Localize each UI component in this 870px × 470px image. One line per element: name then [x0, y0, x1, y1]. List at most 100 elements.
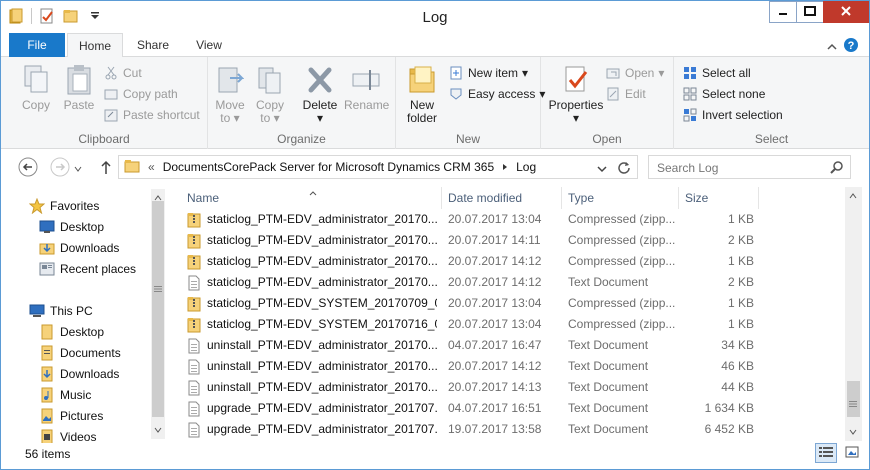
copy-button[interactable]: Copy — [17, 63, 55, 112]
new-item-button[interactable]: New item ▾ — [448, 63, 528, 83]
table-row[interactable]: staticlog_PTM-EDV_administrator_20170...… — [171, 272, 846, 293]
back-button[interactable] — [17, 157, 39, 179]
column-header-size[interactable]: Size — [679, 187, 759, 209]
chevron-up-icon[interactable] — [827, 40, 837, 54]
search-icon[interactable] — [830, 160, 844, 177]
file-date: 20.07.2017 13:04 — [448, 296, 542, 310]
nav-thispc-pictures[interactable]: Pictures — [39, 406, 103, 426]
scroll-down-icon[interactable] — [846, 425, 860, 439]
file-type: Text Document — [568, 275, 649, 289]
computer-icon — [29, 303, 45, 319]
nav-thispc-desktop[interactable]: Desktop — [39, 322, 104, 342]
move-to-button[interactable]: Move to ▾ — [214, 63, 246, 125]
edit-button[interactable]: Edit — [605, 84, 646, 104]
nav-thispc-music[interactable]: Music — [39, 385, 91, 405]
search-input[interactable]: Search Log — [648, 155, 851, 179]
large-icons-view-button[interactable] — [841, 443, 863, 463]
up-button[interactable] — [95, 157, 117, 179]
nav-item-label: Downloads — [60, 367, 120, 381]
file-size: 1 634 KB — [704, 401, 754, 415]
address-history-dropdown[interactable] — [597, 162, 607, 176]
table-row[interactable]: staticlog_PTM-EDV_administrator_20170...… — [171, 251, 846, 272]
file-name: staticlog_PTM-EDV_SYSTEM_20170716_0... — [207, 317, 437, 331]
table-row[interactable]: uninstall_PTM-EDV_administrator_20170...… — [171, 356, 846, 377]
open-icon — [605, 65, 621, 81]
nav-this-pc[interactable]: This PC — [29, 301, 93, 321]
open-button[interactable]: Open ▾ — [605, 63, 664, 83]
table-row[interactable]: uninstall_PTM-EDV_administrator_20170...… — [171, 335, 846, 356]
new-item-icon — [448, 65, 464, 81]
maximize-button[interactable] — [796, 1, 824, 23]
group-label-select: Select — [754, 132, 789, 146]
file-name-cell: uninstall_PTM-EDV_administrator_20170... — [187, 377, 437, 398]
column-header-date[interactable]: Date modified — [442, 187, 562, 209]
close-icon — [840, 5, 852, 20]
recent-locations-button[interactable] — [71, 157, 85, 179]
nav-favorites-recent-places[interactable]: Recent places — [39, 259, 136, 279]
table-row[interactable]: upgrade_PTM-EDV_administrator_201707... 0… — [171, 398, 846, 419]
table-row[interactable]: uninstall_PTM-EDV_administrator_20170...… — [171, 377, 846, 398]
help-icon[interactable]: ? — [843, 37, 859, 56]
table-row[interactable]: upgrade_PTM-EDV_administrator_201707... 1… — [171, 419, 846, 440]
filelist-scrollbar[interactable] — [845, 187, 862, 441]
breadcrumb-item-log[interactable]: Log — [516, 160, 536, 174]
easy-access-button[interactable]: Easy access ▾ — [448, 84, 545, 104]
paste-button[interactable]: Paste — [59, 63, 99, 112]
item-count: 56 items — [25, 447, 71, 461]
scroll-down-icon[interactable] — [151, 423, 165, 437]
tab-view[interactable]: View — [181, 33, 237, 57]
edit-label: Edit — [625, 87, 646, 101]
invert-selection-button[interactable]: Invert selection — [682, 105, 783, 125]
chevron-right-icon[interactable] — [502, 160, 508, 174]
paste-shortcut-button[interactable]: Paste shortcut — [103, 105, 200, 125]
tab-file[interactable]: File — [9, 33, 65, 57]
tab-share[interactable]: Share — [125, 33, 181, 57]
properties-button[interactable]: Properties ▾ — [545, 63, 607, 125]
nav-favorites-desktop[interactable]: Desktop — [39, 217, 104, 237]
file-date: 04.07.2017 16:51 — [448, 401, 542, 415]
cut-button[interactable]: Cut — [103, 63, 142, 83]
table-row[interactable]: staticlog_PTM-EDV_SYSTEM_20170709_0... 20… — [171, 293, 846, 314]
rename-button[interactable]: Rename — [344, 63, 389, 112]
tab-home[interactable]: Home — [67, 33, 123, 58]
table-row[interactable]: staticlog_PTM-EDV_SYSTEM_20170716_0... 20… — [171, 314, 846, 335]
breadcrumb-overflow[interactable]: « — [148, 160, 155, 174]
nav-favorites[interactable]: Favorites — [29, 196, 99, 216]
file-name: staticlog_PTM-EDV_administrator_20170... — [207, 212, 437, 226]
file-type: Text Document — [568, 338, 649, 352]
group-organize: Move to ▾ Copy to ▾ Delete ▾ Rename Orga… — [208, 57, 396, 149]
column-header-type[interactable]: Type — [562, 187, 679, 209]
file-name-cell: uninstall_PTM-EDV_administrator_20170... — [187, 335, 437, 356]
nav-thispc-downloads[interactable]: Downloads — [39, 364, 119, 384]
close-button[interactable] — [823, 1, 869, 23]
navpane-scroll-thumb[interactable] — [152, 201, 164, 417]
breadcrumb-item-documentscorepack[interactable]: DocumentsCorePack Server for Microsoft D… — [163, 160, 494, 174]
nav-favorites-downloads[interactable]: Downloads — [39, 238, 119, 258]
table-row[interactable]: staticlog_PTM-EDV_administrator_20170...… — [171, 209, 846, 230]
scroll-up-icon[interactable] — [846, 189, 860, 203]
file-name-cell: staticlog_PTM-EDV_SYSTEM_20170709_0... — [187, 293, 437, 314]
file-name-cell: staticlog_PTM-EDV_administrator_20170... — [187, 251, 437, 272]
column-header-name[interactable]: Name — [181, 187, 442, 209]
minimize-button[interactable] — [769, 1, 797, 23]
nav-thispc-documents[interactable]: Documents — [39, 343, 121, 363]
details-view-button[interactable] — [815, 443, 837, 463]
downloads-icon — [39, 366, 55, 382]
delete-button[interactable]: Delete ▾ — [302, 63, 338, 125]
file-type: Text Document — [568, 422, 649, 436]
file-size: 6 452 KB — [704, 422, 754, 436]
chevron-down-icon: ▾ — [316, 111, 324, 125]
ribbon: Copy Paste Cut Copy path Paste shortcut … — [1, 57, 869, 149]
move-to-label-2: to — [220, 111, 231, 125]
refresh-icon[interactable] — [617, 160, 631, 177]
select-none-button[interactable]: Select none — [682, 84, 765, 104]
navpane-scrollbar[interactable] — [151, 189, 165, 439]
copy-to-button[interactable]: Copy to ▾ — [254, 63, 286, 125]
new-folder-button[interactable]: New folder — [402, 63, 442, 125]
easy-access-label: Easy access — [468, 87, 536, 101]
address-bar[interactable]: « DocumentsCorePack Server for Microsoft… — [118, 155, 638, 179]
select-all-button[interactable]: Select all — [682, 63, 751, 83]
forward-button[interactable] — [49, 157, 71, 179]
table-row[interactable]: staticlog_PTM-EDV_administrator_20170...… — [171, 230, 846, 251]
copy-path-button[interactable]: Copy path — [103, 84, 178, 104]
